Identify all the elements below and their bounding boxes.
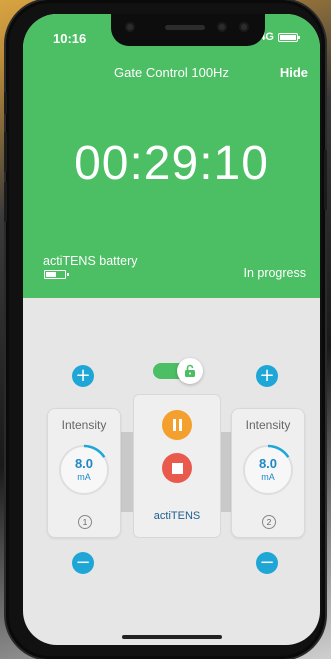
channel-1-value: 8.0: [74, 456, 94, 471]
session-panel: 10:16 4G Gate Control 100Hz Hide 00:29:1…: [23, 14, 320, 298]
device-brand-label: actiTENS: [153, 510, 201, 522]
channel-1-increase-button[interactable]: +: [72, 365, 94, 387]
plus-icon: +: [259, 365, 275, 386]
plus-icon: +: [75, 365, 91, 386]
channel-1-intensity-dial[interactable]: 8.0 mA: [56, 442, 112, 498]
hide-button[interactable]: Hide: [280, 65, 308, 80]
stop-button[interactable]: [162, 453, 192, 483]
home-indicator[interactable]: [122, 635, 222, 639]
notch: [111, 14, 265, 46]
channel-1-unit: mA: [77, 472, 91, 482]
lock-toggle[interactable]: [153, 358, 203, 384]
channel-1-label: Intensity: [61, 418, 107, 432]
side-button: [4, 92, 7, 114]
sensor-icon: [217, 22, 227, 32]
phone-frame: 10:16 4G Gate Control 100Hz Hide 00:29:1…: [4, 0, 327, 659]
channel-2-number: 2: [262, 515, 276, 529]
channel-2-unit: mA: [261, 472, 275, 482]
unlock-icon: [185, 364, 195, 377]
stop-icon: [171, 462, 183, 474]
session-timer: 00:29:10: [74, 137, 269, 190]
volume-down-button: [4, 182, 7, 222]
channel-1-decrease-button[interactable]: −: [72, 552, 94, 574]
volume-up-button: [4, 132, 7, 172]
camera-icon: [125, 22, 135, 32]
toggle-knob: [177, 358, 203, 384]
sensor-icon: [239, 22, 249, 32]
channel-2-label: Intensity: [245, 418, 291, 432]
status-time: 10:16: [53, 31, 87, 46]
pause-button[interactable]: [162, 410, 192, 440]
channel-2-intensity-dial[interactable]: 8.0 mA: [240, 442, 296, 498]
minus-icon: −: [75, 552, 91, 573]
speaker-grille: [165, 25, 205, 30]
device-control-card: actiTENS: [133, 394, 221, 538]
screen: 10:16 4G Gate Control 100Hz Hide 00:29:1…: [23, 14, 320, 645]
channel-2-decrease-button[interactable]: −: [256, 552, 278, 574]
channel-1-number: 1: [78, 515, 92, 529]
power-button: [324, 150, 327, 210]
pause-icon: [171, 419, 183, 431]
channel-2-card[interactable]: Intensity 8.0 mA 2: [231, 408, 305, 538]
minus-icon: −: [259, 552, 275, 573]
device-battery-icon: [44, 270, 69, 279]
device-battery-label: actiTENS battery: [43, 254, 138, 268]
channel-2-value: 8.0: [258, 456, 278, 471]
channel-2-increase-button[interactable]: +: [256, 365, 278, 387]
connector-left: [121, 432, 133, 512]
channel-1-card[interactable]: Intensity 8.0 mA 1: [47, 408, 121, 538]
session-status: In progress: [243, 266, 306, 280]
battery-icon: [278, 32, 300, 42]
program-title: Gate Control 100Hz: [114, 65, 229, 80]
